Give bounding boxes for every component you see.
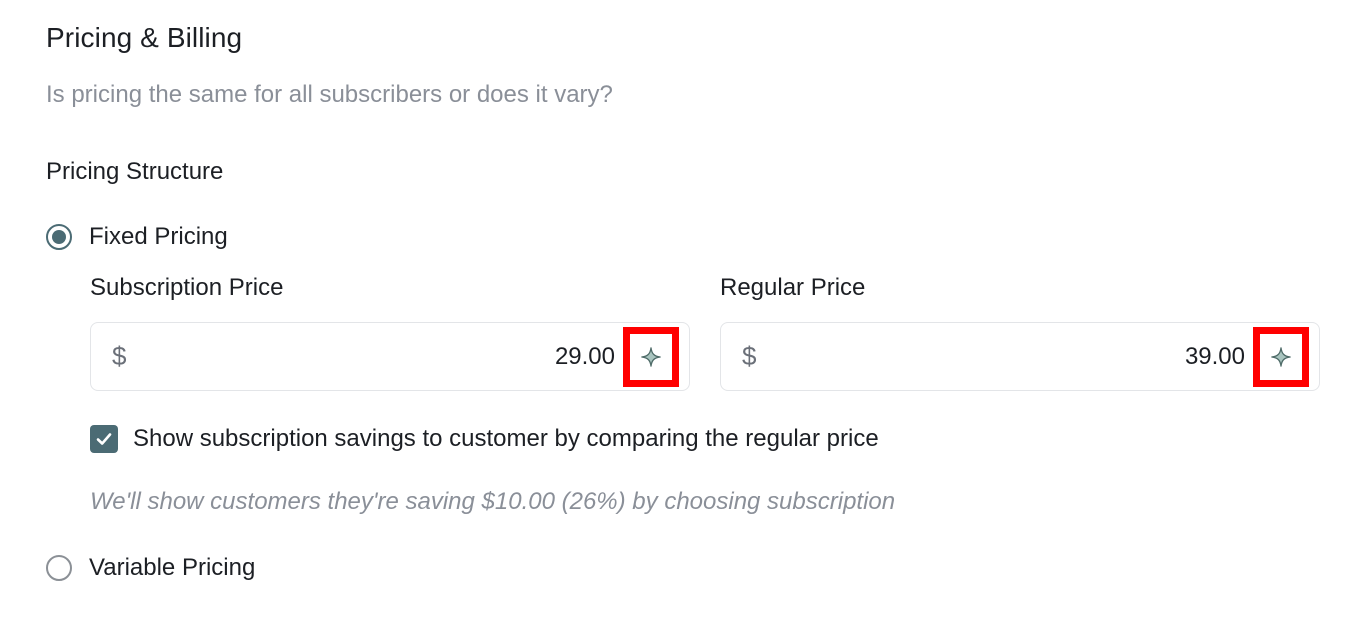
show-savings-label: Show subscription savings to customer by… <box>133 425 879 452</box>
subscription-price-sparkle-button[interactable] <box>623 326 679 387</box>
subscription-price-input[interactable] <box>126 336 615 377</box>
fixed-pricing-label: Fixed Pricing <box>89 223 228 250</box>
subscription-price-field[interactable]: $ <box>90 322 690 391</box>
show-savings-option[interactable]: Show subscription savings to customer by… <box>90 425 879 453</box>
regular-price-label: Regular Price <box>720 274 866 301</box>
currency-symbol: $ <box>742 341 757 371</box>
pricing-billing-panel: Pricing & Billing Is pricing the same fo… <box>0 0 1368 620</box>
sparkle-icon <box>641 346 661 367</box>
fixed-pricing-option[interactable]: Fixed Pricing <box>46 223 228 251</box>
sparkle-icon <box>1271 346 1291 367</box>
fixed-pricing-radio[interactable] <box>46 224 72 250</box>
pricing-structure-label: Pricing Structure <box>46 158 224 185</box>
variable-pricing-option[interactable]: Variable Pricing <box>46 554 255 582</box>
savings-note: We'll show customers they're saving $10.… <box>90 488 896 515</box>
currency-symbol: $ <box>112 341 127 371</box>
regular-price-field[interactable]: $ <box>720 322 1320 391</box>
show-savings-checkbox[interactable] <box>90 425 118 453</box>
regular-price-input[interactable] <box>756 336 1245 377</box>
radio-selected-dot <box>52 230 66 244</box>
variable-pricing-radio[interactable] <box>46 555 72 581</box>
regular-price-sparkle-button[interactable] <box>1253 326 1309 387</box>
section-subtitle: Is pricing the same for all subscribers … <box>46 81 613 108</box>
variable-pricing-label: Variable Pricing <box>89 554 256 581</box>
section-title: Pricing & Billing <box>46 22 243 53</box>
checkmark-icon <box>96 433 112 445</box>
subscription-price-label: Subscription Price <box>90 274 284 301</box>
